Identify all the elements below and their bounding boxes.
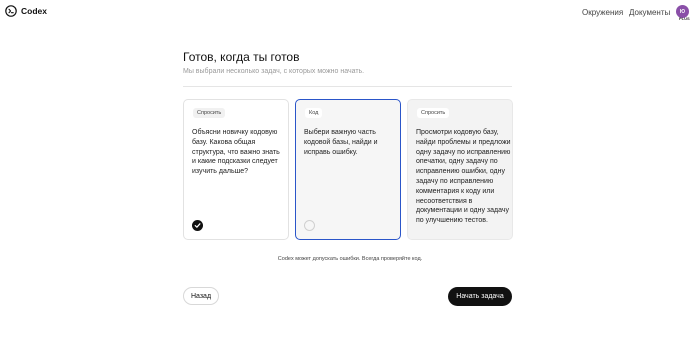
checkmark-icon[interactable]	[192, 220, 203, 231]
back-button[interactable]: Назад	[183, 287, 219, 305]
page-subtitle: Мы выбрали несколько задач, с которых мо…	[183, 68, 365, 75]
plan-badge: PLUS	[679, 16, 690, 21]
divider	[183, 86, 512, 87]
task-card-explain[interactable]: Спросить Объясни новичку кодовую базу. К…	[183, 99, 289, 240]
nav-environments[interactable]: Окружения	[582, 8, 623, 17]
start-task-button[interactable]: Начать задача	[448, 287, 512, 306]
disclaimer: Codex может допускать ошибки. Всегда про…	[277, 256, 423, 262]
text-fade	[408, 225, 512, 239]
task-card-review[interactable]: Спросить Просмотри кодовую базу, найди п…	[407, 99, 513, 240]
card-text: Выбери важную часть кодовой базы, найди …	[304, 129, 378, 156]
task-card-fix-bug[interactable]: Код Выбери важную часть кодовой базы, на…	[295, 99, 401, 240]
radio-unchecked-icon[interactable]	[304, 220, 315, 231]
card-tag: Код	[305, 108, 323, 118]
card-text: Объясни новичку кодовую базу. Какова общ…	[192, 129, 280, 176]
page-title: Готов, когда ты готов	[183, 50, 300, 64]
card-tag: Спросить	[417, 108, 450, 118]
card-text: Просмотри кодовую базу, найди проблемы и…	[416, 129, 511, 225]
top-bar: Codex Окружения Документы Ю PLUS	[0, 0, 700, 24]
nav-documents[interactable]: Документы	[629, 8, 670, 17]
app-name[interactable]: Codex	[21, 6, 47, 16]
codex-logo-icon[interactable]	[5, 5, 17, 17]
card-tag: Спросить	[193, 108, 226, 118]
avatar-initials: Ю	[679, 8, 686, 15]
